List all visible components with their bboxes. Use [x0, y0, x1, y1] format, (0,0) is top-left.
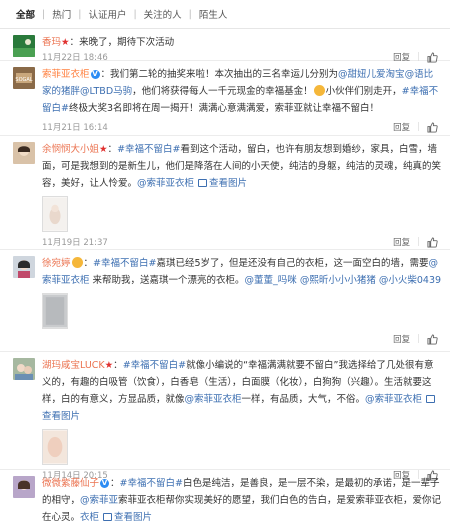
mention-link[interactable]: @甜妞儿爱淘宝 [338, 69, 405, 80]
comment-time: 11月21日 16:14 [42, 123, 108, 133]
tab-verified-users[interactable]: 认证用户 [88, 7, 126, 21]
tab-separator: | [188, 8, 192, 20]
verified-badge-icon: V [90, 70, 100, 79]
view-image-button[interactable]: 查看图片 [103, 512, 152, 523]
tab-separator: | [78, 8, 82, 20]
avatar[interactable] [13, 256, 35, 278]
hashtag-link[interactable]: #幸福不留白# [120, 478, 183, 489]
comment-username[interactable]: 湖玛咸宝LUCK [42, 360, 105, 371]
verified-badge-icon: V [100, 479, 110, 488]
comment-meta: 11月19日 21:37 回复 | [42, 232, 442, 252]
star-badge-icon: ★ [104, 360, 114, 371]
tab-all[interactable]: 全部 [16, 7, 35, 21]
comment-time: 11月19日 21:37 [42, 238, 108, 248]
star-badge-icon: ★ [99, 144, 108, 155]
image-icon [198, 179, 208, 187]
comment-item: 余悯悯大小姐★：#幸福不留白#看到这个活动，留白，也许有朋友想到婚纱，家具，白雪… [0, 136, 450, 250]
mention-link[interactable]: @索菲亚衣柜 [185, 394, 242, 405]
avatar[interactable] [13, 35, 35, 57]
tab-separator: | [133, 8, 137, 20]
mention-link[interactable]: @小火柴0439 [379, 275, 441, 286]
comment-item: 香玛★：来晚了，期待下次活动 11月22日 18:46 回复 | [0, 29, 450, 63]
reply-button[interactable]: 回复 [393, 236, 410, 248]
comment-item: 微微紫藤仙子 V ：#幸福不留白#白色是纯洁，是善良，是一层不染，是最初的承诺，是一… [0, 470, 450, 530]
comment-image-thumbnail[interactable] [42, 196, 68, 232]
comment-text: 来晚了，期待下次活动 [79, 37, 175, 48]
comment-item: SOGAL 索菲亚衣柜 V ：我们第二轮的抽奖来啦！本次抽出的三名幸运儿分别为@甜妞… [0, 61, 450, 136]
tab-following[interactable]: 关注的人 [144, 7, 182, 21]
thumbs-up-icon[interactable] [427, 333, 438, 345]
tab-strangers[interactable]: 陌生人 [199, 7, 228, 21]
mention-link[interactable]: @索菲亚衣柜 [365, 394, 422, 405]
comment-meta: 11月21日 16:14 回复 | [42, 117, 442, 137]
mention-link[interactable]: @索菲亚 [80, 495, 118, 506]
reply-button[interactable]: 回复 [393, 333, 410, 345]
mention-link[interactable]: @LTBD马驹 [80, 86, 132, 97]
mention-link[interactable]: @熙昕小小小猪猪 [300, 275, 376, 286]
filter-tabs: 全部 | 热门 | 认证用户 | 关注的人 | 陌生人 [0, 0, 450, 29]
mention-link[interactable]: @索菲亚衣柜 [137, 178, 194, 189]
hashtag-link[interactable]: #幸福不留白# [93, 258, 156, 269]
comment-meta: 回复 | [42, 329, 442, 349]
svg-text:SOGAL: SOGAL [15, 77, 32, 83]
comment-username[interactable]: 微微紫藤仙子 [42, 478, 99, 489]
avatar[interactable] [13, 476, 35, 498]
avatar[interactable]: SOGAL [13, 67, 35, 89]
comment-username[interactable]: 索菲亚衣柜 [42, 69, 90, 80]
mention-link[interactable]: @董董_吗咪 [245, 275, 297, 286]
comment-item: 徐宛婷 ：#幸福不留白#嘉琪已经5岁了，但是还没有自己的衣柜，这一面空白的墙，需要… [0, 250, 450, 352]
avatar[interactable] [13, 142, 35, 164]
emoji-icon [71, 257, 83, 268]
tab-separator: | [42, 8, 46, 20]
hashtag-link[interactable]: #幸福不留白# [123, 360, 186, 371]
mention-link[interactable]: 衣柜 [80, 512, 99, 523]
image-icon [426, 395, 436, 403]
avatar[interactable] [13, 358, 35, 380]
thumbs-up-icon[interactable] [427, 236, 438, 248]
star-badge-icon: ★ [61, 37, 70, 48]
comment-username[interactable]: 余悯悯大小姐 [42, 144, 99, 155]
thumbs-up-icon[interactable] [427, 121, 438, 133]
image-icon [103, 513, 113, 521]
view-image-button[interactable]: 查看图片 [198, 178, 247, 189]
tab-hot[interactable]: 热门 [52, 7, 71, 21]
hashtag-link[interactable]: #幸福不留白# [117, 144, 180, 155]
reply-button[interactable]: 回复 [393, 121, 410, 133]
comment-username[interactable]: 徐宛婷 [42, 258, 71, 269]
comment-username[interactable]: 香玛 [42, 37, 61, 48]
comment-image-thumbnail[interactable] [42, 429, 68, 465]
emoji-icon [313, 85, 325, 96]
comment-image-thumbnail[interactable] [42, 293, 68, 329]
comment-item: 湖玛咸宝LUCK★：#幸福不留白#就像小编说的“幸福满满就要不留白”我选择给了几… [0, 352, 450, 481]
